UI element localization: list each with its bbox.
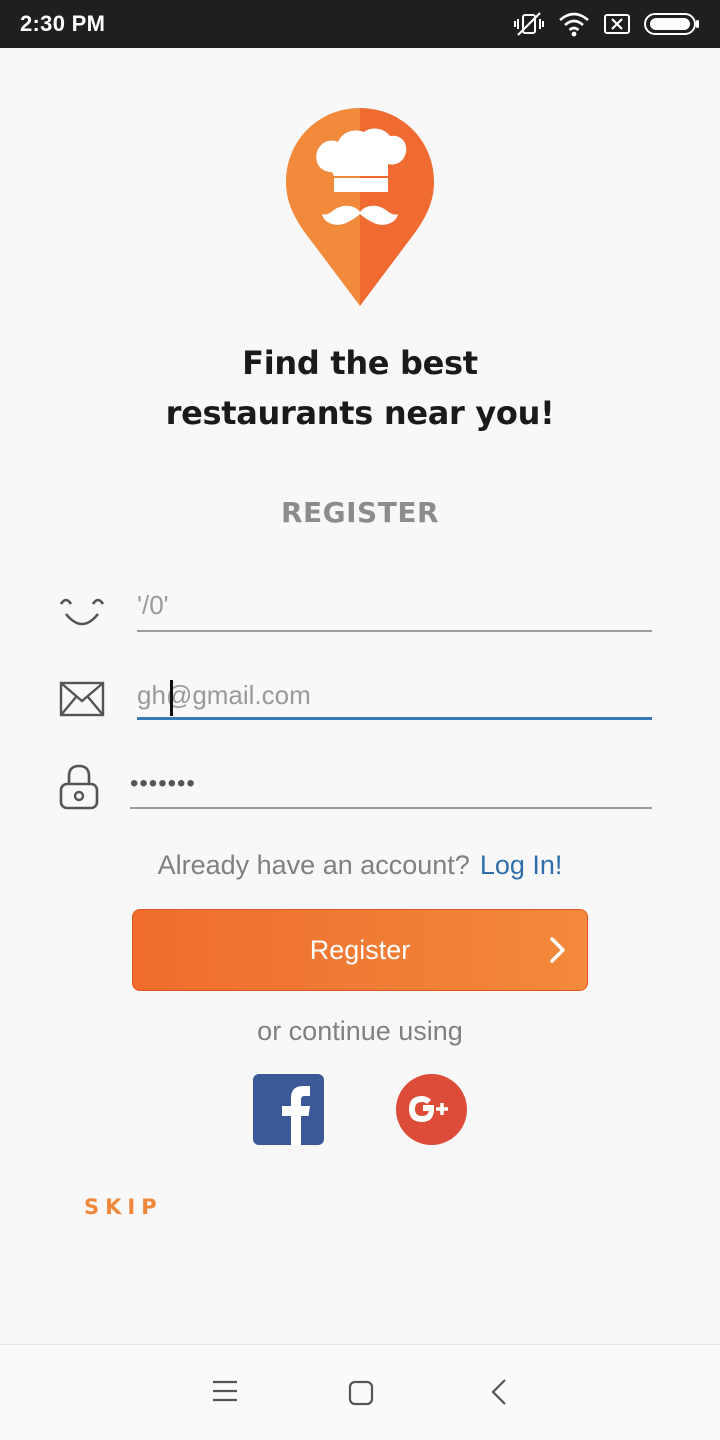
password-underline	[130, 807, 652, 809]
name-input[interactable]: '/0'	[137, 590, 169, 621]
email-input[interactable]: gh@gmail.com	[137, 680, 311, 711]
skip-button[interactable]: SKIP	[84, 1195, 163, 1219]
facebook-button[interactable]	[253, 1074, 324, 1145]
status-bar: 2:30 PM	[0, 0, 720, 48]
headline-line-1: Find the best	[242, 344, 478, 382]
wifi-icon	[559, 12, 589, 37]
password-field[interactable]: •••••••	[130, 768, 652, 810]
no-sim-icon	[604, 14, 630, 34]
google-plus-icon	[409, 1096, 448, 1122]
headline-line-2: restaurants near you!	[165, 394, 555, 432]
system-nav-bar	[0, 1344, 720, 1440]
status-time: 2:30 PM	[20, 11, 106, 36]
google-plus-button[interactable]	[396, 1074, 467, 1145]
section-title: REGISTER	[280, 496, 440, 529]
headline: Find the best restaurants near you!	[100, 338, 620, 438]
password-input[interactable]: •••••••	[130, 770, 196, 798]
chevron-right-icon	[550, 937, 565, 963]
battery-icon	[644, 13, 699, 35]
vibrate-off-icon	[514, 12, 544, 36]
back-icon[interactable]	[490, 1378, 508, 1406]
smiley-icon	[59, 598, 105, 626]
login-prompt-text: Already have an account?	[157, 850, 470, 880]
social-prompt: or continue using	[257, 1016, 463, 1046]
mail-icon	[59, 681, 105, 717]
login-link[interactable]: Log In!	[480, 850, 563, 880]
email-field[interactable]: gh@gmail.com	[137, 678, 652, 724]
text-caret	[170, 680, 173, 716]
chef-pin-logo	[286, 108, 434, 306]
menu-icon[interactable]	[212, 1379, 238, 1403]
home-icon[interactable]	[348, 1380, 374, 1406]
lock-icon	[59, 764, 99, 810]
register-button-label: Register	[309, 935, 411, 965]
login-prompt: Already have an account? Log In!	[0, 850, 720, 881]
name-field[interactable]: '/0'	[137, 588, 652, 634]
register-button[interactable]: Register	[132, 909, 588, 991]
email-underline	[137, 717, 652, 720]
facebook-icon	[282, 1086, 310, 1145]
status-icons	[514, 10, 700, 38]
name-underline	[137, 630, 652, 632]
